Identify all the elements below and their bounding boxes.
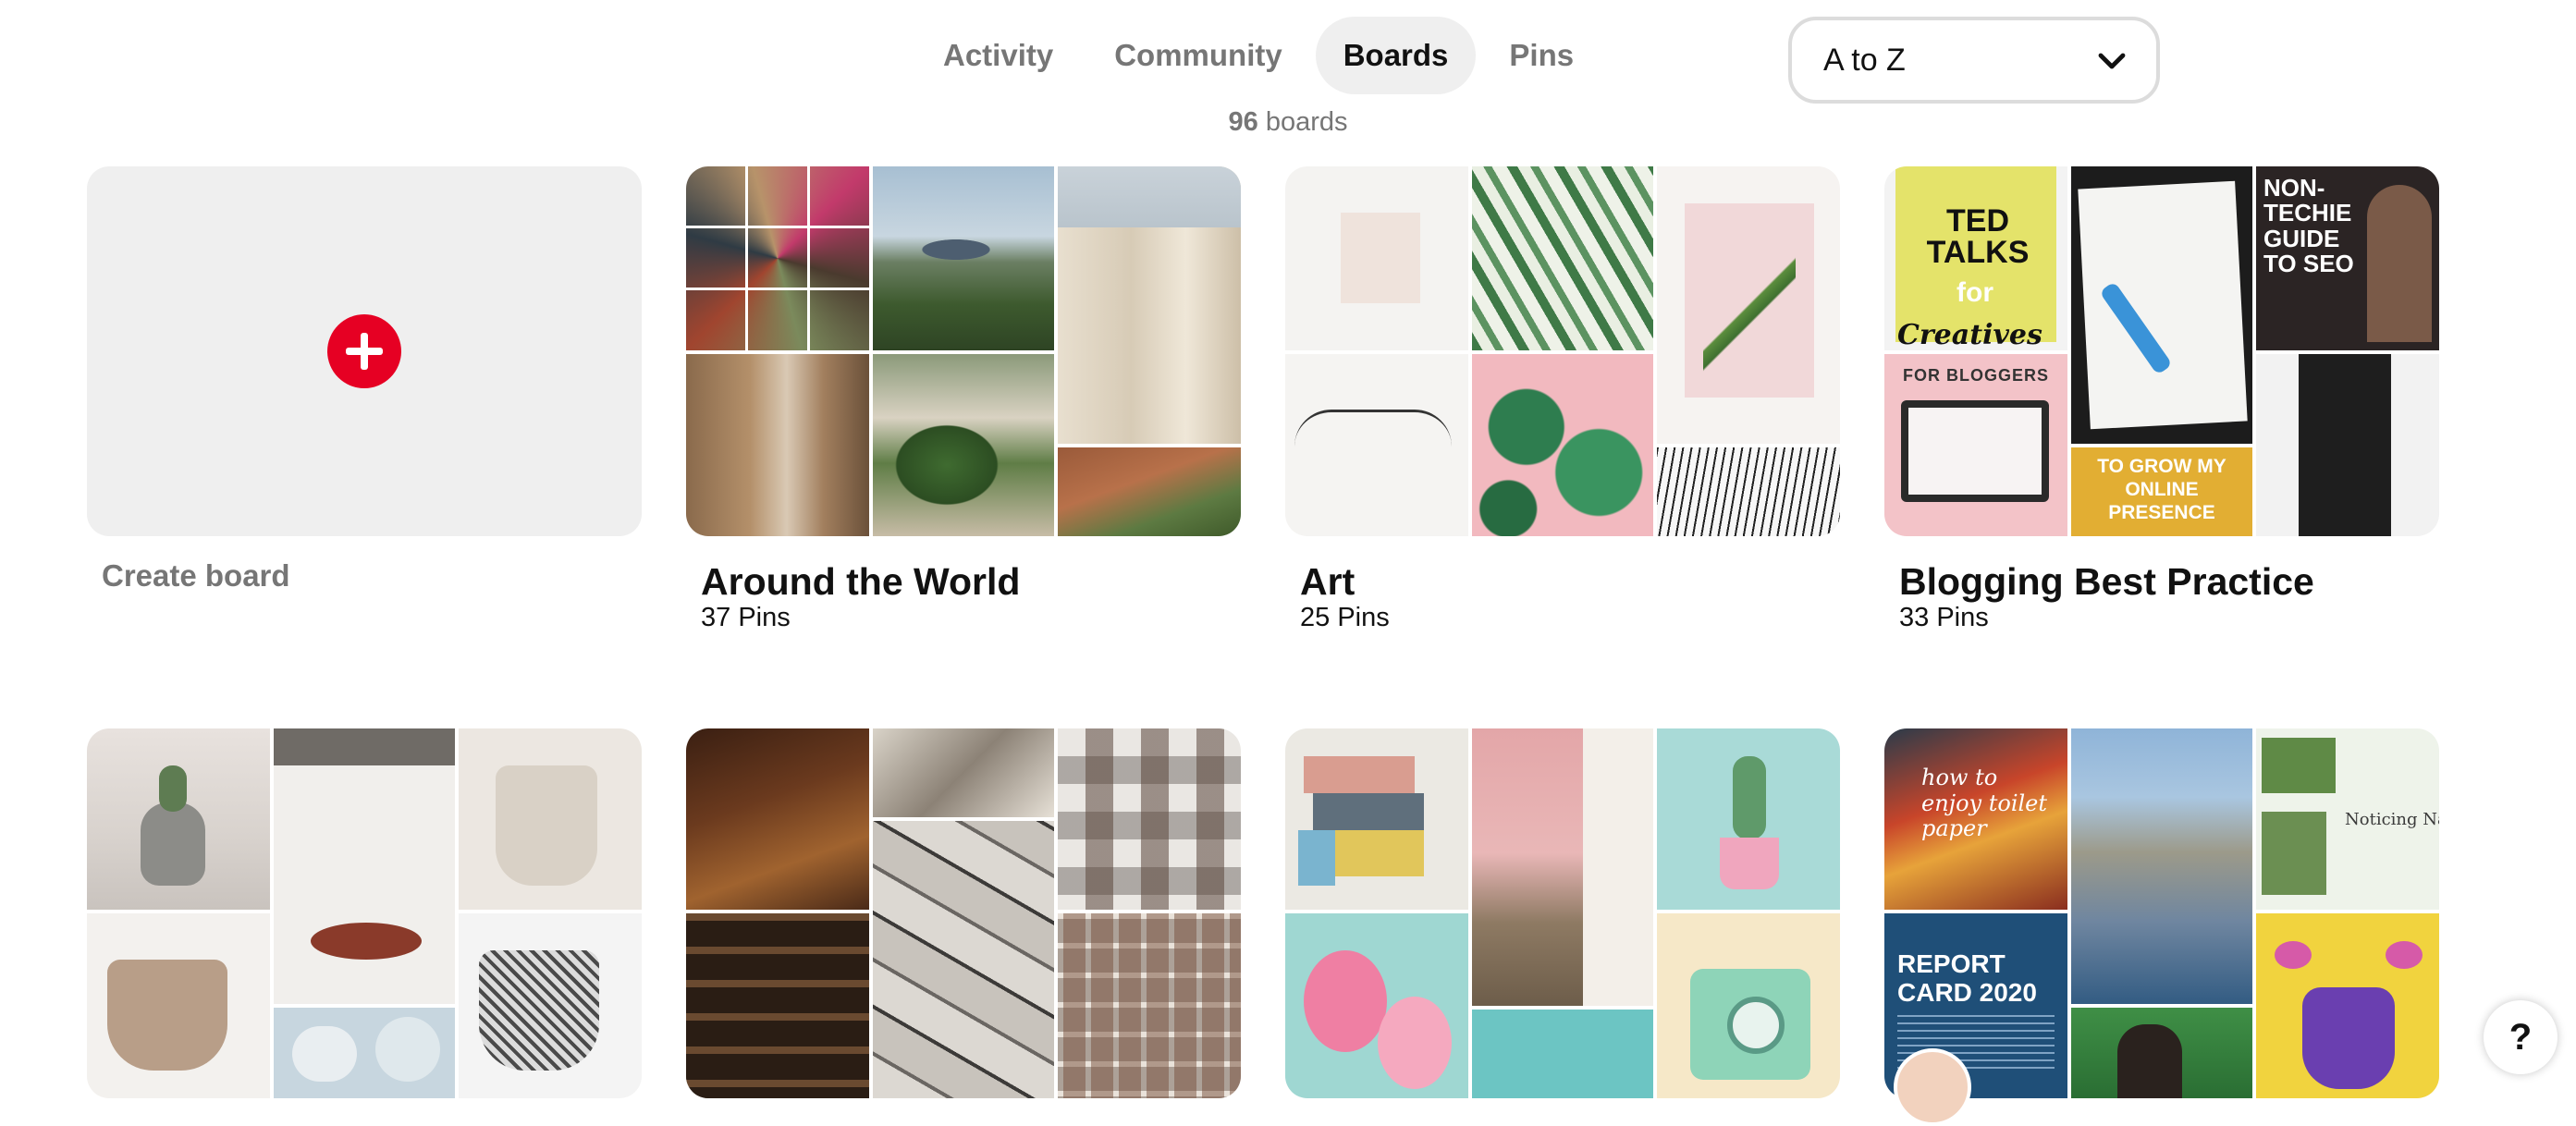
board-cover[interactable] (1285, 728, 1840, 1098)
board-card-blogging-best-practice[interactable]: TED TALKS for Creatives TO GROW MY ONLIN… (1884, 166, 2439, 647)
cover-image (1058, 166, 1241, 444)
cover-text: Creatives (1897, 319, 2042, 350)
board-title: Blogging Best Practice (1899, 560, 2314, 603)
cover-image (873, 166, 1054, 350)
cover-image (873, 821, 1054, 1098)
board-title: Art (1300, 560, 1355, 603)
cover-image (2256, 913, 2439, 1098)
create-board-label: Create board (102, 558, 290, 593)
tab-activity[interactable]: Activity (915, 17, 1081, 94)
cover-image (1285, 913, 1468, 1098)
cover-text: REPORT CARD 2020 (1897, 949, 2037, 1007)
sort-dropdown[interactable]: A to Z (1788, 17, 2160, 104)
cover-image (1657, 728, 1840, 910)
cover-text: for (1957, 277, 1993, 308)
board-pin-count: 33 Pins (1899, 603, 1989, 632)
cover-image (2256, 354, 2439, 536)
cover-image (459, 913, 642, 1098)
cover-image (2071, 1008, 2252, 1098)
board-card-around-the-world[interactable]: Around the World 37 Pins (686, 166, 1241, 647)
cover-image (87, 728, 270, 910)
create-board-cover[interactable] (87, 166, 642, 536)
cover-image (686, 728, 869, 910)
board-card[interactable]: how to enjoy toilet paper Noticing Natu … (1884, 728, 2439, 1126)
cover-image (2071, 728, 2252, 1004)
cover-image (1472, 166, 1653, 350)
tab-boards[interactable]: Boards (1315, 17, 1477, 94)
cover-image (1285, 166, 1468, 350)
cover-text: Noticing Natu (2345, 810, 2439, 829)
board-cover[interactable]: TED TALKS for Creatives TO GROW MY ONLIN… (1884, 166, 2439, 536)
create-board-card[interactable]: Create board (87, 166, 642, 647)
board-count: 96 boards (0, 107, 2576, 138)
board-pin-count: 25 Pins (1300, 603, 1390, 632)
board-cover[interactable] (686, 166, 1241, 536)
cover-image: how to enjoy toilet paper (1884, 728, 2067, 910)
board-count-number: 96 (1228, 107, 1258, 137)
cover-image (1472, 1010, 1653, 1098)
cover-text: FOR BLOGGERS (1903, 366, 2050, 385)
sort-selected-value: A to Z (1823, 42, 1906, 78)
tab-pins[interactable]: Pins (1481, 17, 1601, 94)
board-cover[interactable] (686, 728, 1241, 1098)
cover-text: NON-TECHIE GUIDE TO SEO (2263, 174, 2354, 277)
cover-image (1657, 913, 1840, 1098)
board-pin-count: 37 Pins (701, 603, 791, 632)
cover-text: how to enjoy toilet paper (1921, 765, 2048, 842)
chevron-down-icon (2098, 53, 2126, 69)
cover-text: TO GROW MY ONLINE PRESENCE (2097, 456, 2226, 524)
cover-image (1285, 728, 1468, 910)
profile-tabs: Activity Community Boards Pins (915, 17, 1601, 94)
cover-text: TED TALKS (1926, 203, 2030, 270)
board-card-art[interactable]: Art 25 Pins (1285, 166, 1840, 647)
cover-image: Noticing Natu (2256, 728, 2439, 910)
board-cover[interactable] (87, 728, 642, 1098)
board-cover[interactable] (1285, 166, 1840, 536)
help-button[interactable]: ? (2484, 1000, 2558, 1074)
cover-image (2071, 166, 2252, 444)
cover-image (1657, 447, 1840, 536)
board-card[interactable] (87, 728, 642, 1117)
cover-image (873, 354, 1054, 536)
cover-image: FOR BLOGGERS (1884, 354, 2067, 536)
board-count-unit: boards (1265, 107, 1348, 137)
cover-image (274, 1008, 455, 1098)
cover-image (873, 728, 1054, 817)
cover-image (1657, 166, 1840, 444)
cover-image (274, 728, 455, 1004)
cover-image (459, 728, 642, 910)
cover-image: TED TALKS for Creatives (1884, 166, 2067, 350)
board-cover[interactable]: how to enjoy toilet paper Noticing Natu … (1884, 728, 2439, 1098)
cover-image (1058, 728, 1241, 910)
cover-image: NON-TECHIE GUIDE TO SEO (2256, 166, 2439, 350)
collaborator-avatar[interactable] (1894, 1048, 1971, 1126)
cover-image: TO GROW MY ONLINE PRESENCE (2071, 447, 2252, 536)
board-title: Around the World (701, 560, 1021, 603)
cover-image (686, 166, 869, 350)
cover-image (686, 354, 869, 536)
cover-image (1058, 913, 1241, 1098)
cover-image (1472, 728, 1653, 1006)
cover-image (1285, 354, 1468, 536)
add-icon[interactable] (327, 314, 401, 388)
board-card[interactable] (686, 728, 1241, 1117)
tab-community[interactable]: Community (1086, 17, 1310, 94)
board-card[interactable] (1285, 728, 1840, 1117)
cover-image (1472, 354, 1653, 536)
cover-image (686, 913, 869, 1098)
cover-image (1058, 447, 1241, 536)
cover-image (87, 913, 270, 1098)
